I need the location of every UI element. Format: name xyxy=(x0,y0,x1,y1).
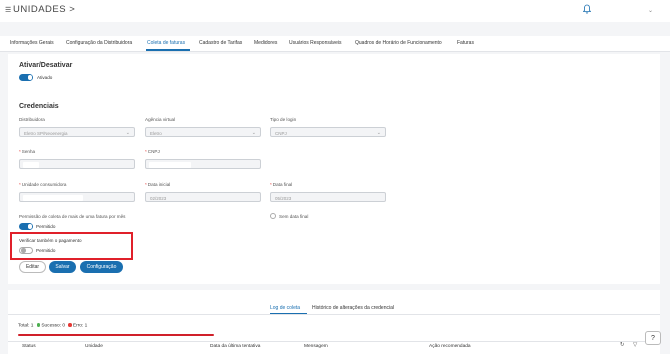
tipo-login-value: CNPJ xyxy=(275,130,287,136)
tipo-login-select[interactable]: CNPJ ⌄ xyxy=(270,127,386,137)
tab-quadros-horario[interactable]: Quadros de Horário de Funcionamento xyxy=(355,40,442,46)
redacted-value xyxy=(23,161,39,168)
data-inicial-field[interactable]: 02/2023 xyxy=(145,192,261,202)
tab-informacoes-gerais[interactable]: Informações Gerais xyxy=(10,40,54,46)
refresh-icon[interactable]: ↻ xyxy=(620,342,625,348)
tipo-login-label: Tipo de login xyxy=(270,117,297,122)
verificar-label: Verificar também o pagamento xyxy=(19,238,82,243)
configuracao-button[interactable]: Configuração xyxy=(80,261,123,273)
permissao-toggle[interactable] xyxy=(19,223,33,230)
col-data-ultima-tentativa[interactable]: Data da última tentativa xyxy=(210,344,260,349)
col-status[interactable]: Status xyxy=(22,344,36,349)
agencia-select[interactable]: Eletro ⌄ xyxy=(145,127,261,137)
help-button[interactable]: ? xyxy=(645,331,661,345)
permissao-label: Permissão de coleta de mais de uma fatur… xyxy=(19,214,126,219)
menu-icon[interactable]: ☰ xyxy=(5,6,11,14)
tab-medidores[interactable]: Medidores xyxy=(254,40,277,46)
verificar-toggle[interactable] xyxy=(19,247,33,254)
col-unidade[interactable]: Unidade xyxy=(85,344,103,349)
senha-field[interactable] xyxy=(19,159,135,169)
tab-cadastro-de-tarifas[interactable]: Cadastro de Tarifas xyxy=(199,40,242,46)
sem-data-final-radio[interactable] xyxy=(270,213,276,219)
sem-data-final-label: Sem data final xyxy=(279,214,309,219)
divider xyxy=(8,314,660,315)
redacted-value xyxy=(149,161,191,168)
unidade-consumidora-label: *Unidade consumidora xyxy=(19,182,67,187)
data-inicial-value: 02/2023 xyxy=(150,195,167,201)
cnpj-field[interactable] xyxy=(145,159,261,169)
highlight-box xyxy=(10,232,133,260)
success-dot-icon xyxy=(36,323,41,327)
credenciais-title: Credenciais xyxy=(19,103,59,110)
top-bar: ☰ UNIDADES > ⌄ xyxy=(0,0,670,22)
tab-log-de-coleta[interactable]: Log de coleta xyxy=(270,305,300,311)
data-final-value: 05/2023 xyxy=(275,195,292,201)
tab-faturas[interactable]: Faturas xyxy=(457,40,474,46)
active-tab-indicator xyxy=(146,49,190,51)
annotation-underline xyxy=(18,334,214,336)
tab-coleta-de-faturas[interactable]: Coleta de faturas xyxy=(147,40,185,46)
error-dot-icon xyxy=(68,323,72,327)
page-title[interactable]: UNIDADES > xyxy=(13,4,75,15)
col-mensagem[interactable]: Mensagem xyxy=(304,344,328,349)
editar-button[interactable]: Editar xyxy=(19,261,46,273)
redacted-value xyxy=(23,194,83,201)
permissao-toggle-label: Permitido xyxy=(36,224,56,229)
unidade-consumidora-field[interactable] xyxy=(19,192,135,202)
activate-title: Ativar/Desativar xyxy=(19,62,73,69)
cnpj-label: *CNPJ xyxy=(145,149,160,154)
agencia-value: Eletro xyxy=(150,130,162,136)
log-stats: Total: 1 Sucesso: 0 Erro: 1 xyxy=(18,323,87,329)
chevron-down-icon: ⌄ xyxy=(251,130,256,136)
chevron-down-icon: ⌄ xyxy=(376,130,381,136)
verificar-toggle-label: Permitido xyxy=(36,248,56,253)
log-section: Log de coleta Histórico de alterações da… xyxy=(8,290,660,354)
bell-icon[interactable] xyxy=(583,4,591,14)
distribuidora-value: Eletro SP/Neoenergia xyxy=(24,130,68,136)
tab-bar: Informações Gerais Configuração da Distr… xyxy=(0,36,670,52)
tab-usuarios-responsaveis[interactable]: Usuários Responsáveis xyxy=(289,40,342,46)
distribuidora-select[interactable]: Eletro SP/Neoenergia ⌄ xyxy=(19,127,135,137)
chevron-down-icon: ⌄ xyxy=(125,130,130,136)
stats-sucesso: Sucesso: 0 xyxy=(41,323,66,329)
col-acao-recomendada[interactable]: Ação recomendada xyxy=(429,344,471,349)
salvar-button[interactable]: Salvar xyxy=(49,261,76,273)
stats-total: Total: 1 xyxy=(18,323,34,329)
tab-historico-alteracoes[interactable]: Histórico de alterações da credencial xyxy=(312,305,394,311)
agencia-label: Agência virtual xyxy=(145,117,176,122)
data-final-field[interactable]: 05/2023 xyxy=(270,192,386,202)
ativado-toggle[interactable] xyxy=(19,74,33,81)
ativado-label: Ativado xyxy=(37,75,53,80)
filter-icon[interactable]: ▽ xyxy=(633,342,637,348)
tab-configuracao-distribuidora[interactable]: Configuração da Distribuidora xyxy=(66,40,132,46)
data-final-label: *Data final xyxy=(270,182,293,187)
chevron-down-icon[interactable]: ⌄ xyxy=(648,7,653,14)
data-inicial-label: *Data inicial xyxy=(145,182,171,187)
distribuidora-label: Distribuidora xyxy=(19,117,45,122)
stats-erro: Erro: 1 xyxy=(72,323,88,329)
senha-label: *Senha xyxy=(19,149,36,154)
divider xyxy=(8,341,660,342)
